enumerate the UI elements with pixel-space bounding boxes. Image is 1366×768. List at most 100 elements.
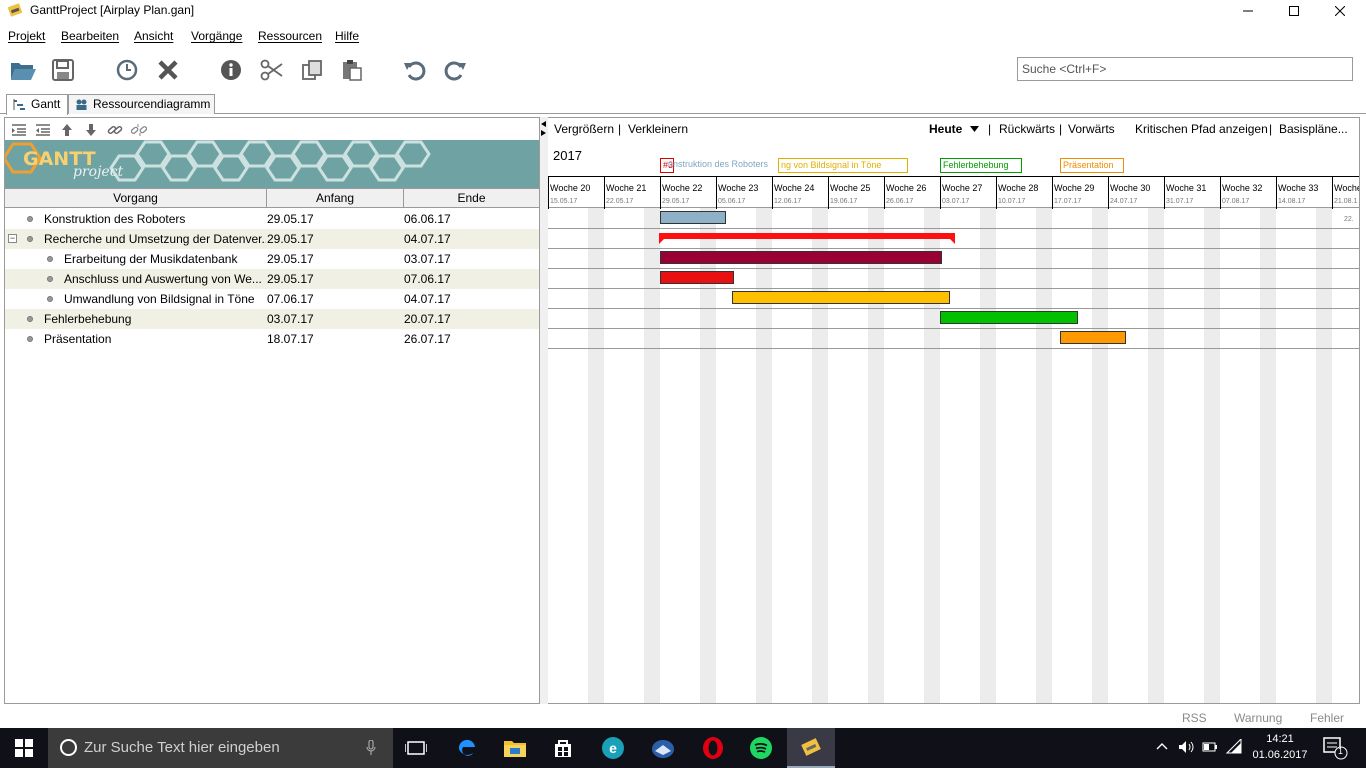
chart-body[interactable] xyxy=(548,208,1359,703)
menu-hilfe[interactable]: Hilfe xyxy=(335,29,359,43)
task-start-date[interactable]: 07.06.17 xyxy=(267,289,314,309)
menu-vorgaenge[interactable]: Vorgänge xyxy=(191,29,242,43)
task-end-date[interactable]: 03.07.17 xyxy=(404,249,451,269)
taskbar-search-box[interactable]: Zur Suche Text hier eingeben xyxy=(48,728,393,768)
task-row[interactable]: Fehlerbehebung 03.07.17 20.07.17 xyxy=(5,309,539,329)
task-name[interactable]: Konstruktion des Roboters xyxy=(44,209,266,229)
taskbar-edge[interactable] xyxy=(443,728,491,768)
today-button[interactable]: Heute xyxy=(929,118,962,140)
task-name[interactable]: Erarbeitung der Musikdatenbank xyxy=(64,249,266,269)
column-header-ende[interactable]: Ende xyxy=(404,189,539,208)
indent-icon[interactable] xyxy=(35,122,51,138)
pane-splitter[interactable] xyxy=(540,117,548,704)
collapse-toggle-icon[interactable]: − xyxy=(8,234,17,243)
move-down-icon[interactable] xyxy=(83,122,99,138)
link-icon[interactable] xyxy=(107,122,123,138)
save-button[interactable] xyxy=(49,56,77,84)
menu-projekt[interactable]: Projekt xyxy=(8,29,45,43)
gantt-task-bar[interactable] xyxy=(660,211,726,224)
wifi-icon[interactable] xyxy=(1226,739,1242,755)
task-end-date[interactable]: 06.06.17 xyxy=(404,209,451,229)
logo-project-text: project xyxy=(73,164,124,180)
gantt-task-bar[interactable] xyxy=(1060,331,1126,344)
zoom-in-button[interactable]: Vergrößern xyxy=(554,118,614,140)
taskbar-file-explorer[interactable] xyxy=(491,728,539,768)
taskbar-spotify[interactable] xyxy=(737,728,785,768)
task-end-date[interactable]: 20.07.17 xyxy=(404,309,451,329)
undo-button[interactable] xyxy=(401,56,429,84)
critical-path-button[interactable]: Kritischen Pfad anzeigen xyxy=(1135,118,1268,140)
move-up-icon[interactable] xyxy=(59,122,75,138)
menu-ressourcen[interactable]: Ressourcen xyxy=(258,29,322,43)
column-header-vorgang[interactable]: Vorgang xyxy=(5,189,267,208)
status-error[interactable]: Fehler xyxy=(1310,711,1344,725)
task-row[interactable]: Anschluss und Auswertung von We... 29.05.… xyxy=(5,269,539,289)
task-start-date[interactable]: 18.07.17 xyxy=(267,329,314,349)
gantt-task-bar[interactable] xyxy=(660,251,942,264)
task-name[interactable]: Fehlerbehebung xyxy=(44,309,266,329)
taskbar-thunderbird[interactable] xyxy=(639,728,687,768)
status-rss[interactable]: RSS xyxy=(1182,711,1207,725)
task-start-date[interactable]: 29.05.17 xyxy=(267,249,314,269)
tab-ressourcendiagramm[interactable]: Ressourcendiagramm xyxy=(68,94,215,114)
outdent-icon[interactable] xyxy=(11,122,27,138)
task-end-date[interactable]: 04.07.17 xyxy=(404,229,451,249)
task-end-date[interactable]: 26.07.17 xyxy=(404,329,451,349)
chevron-down-icon[interactable] xyxy=(970,126,979,132)
timeline-header: Woche 20 15.05.17 Woche 21 22.05.17 Woche 22… xyxy=(548,176,1359,209)
volume-icon[interactable] xyxy=(1178,740,1194,754)
gantt-task-bar[interactable] xyxy=(940,311,1078,324)
search-input[interactable] xyxy=(1017,57,1353,81)
taskbar-task-view[interactable] xyxy=(392,728,440,768)
task-start-date[interactable]: 29.05.17 xyxy=(267,229,314,249)
task-name[interactable]: Recherche und Umsetzung der Datenver... xyxy=(44,229,266,249)
menu-bearbeiten[interactable]: Bearbeiten xyxy=(61,29,119,43)
task-end-date[interactable]: 07.06.17 xyxy=(404,269,451,289)
cut-button[interactable] xyxy=(258,56,286,84)
zoom-out-button[interactable]: Verkleinern xyxy=(628,118,688,140)
task-row[interactable]: Umwandlung von Bildsignal in Töne 07.06.1… xyxy=(5,289,539,309)
task-start-date[interactable]: 03.07.17 xyxy=(267,309,314,329)
info-button[interactable] xyxy=(217,56,245,84)
gantt-task-bar[interactable] xyxy=(732,291,950,304)
unlink-icon[interactable] xyxy=(131,122,147,138)
taskbar-opera[interactable] xyxy=(689,728,737,768)
task-start-date[interactable]: 29.05.17 xyxy=(267,209,314,229)
back-button[interactable]: Rückwärts xyxy=(999,118,1055,140)
close-button[interactable] xyxy=(1317,0,1363,22)
menu-ansicht[interactable]: Ansicht xyxy=(134,29,173,43)
tab-gantt[interactable]: Gantt xyxy=(6,94,68,115)
task-name[interactable]: Umwandlung von Bildsignal in Töne xyxy=(64,289,266,309)
forward-button[interactable]: Vorwärts xyxy=(1068,118,1115,140)
minimize-button[interactable] xyxy=(1225,0,1271,22)
taskbar-ecosia[interactable]: e xyxy=(589,728,637,768)
task-row[interactable]: Konstruktion des Roboters 29.05.17 06.06.1… xyxy=(5,209,539,229)
action-center-button[interactable]: 1 xyxy=(1320,736,1350,760)
task-row[interactable]: − Recherche und Umsetzung der Datenver...… xyxy=(5,229,539,249)
status-warning[interactable]: Warnung xyxy=(1234,711,1282,725)
gantt-task-bar[interactable] xyxy=(660,271,734,284)
start-button[interactable] xyxy=(0,728,48,768)
splitter-arrows-icon[interactable] xyxy=(540,119,548,141)
paste-button[interactable] xyxy=(338,56,366,84)
maximize-button[interactable] xyxy=(1271,0,1317,22)
redo-button[interactable] xyxy=(441,56,469,84)
copy-button[interactable] xyxy=(298,56,326,84)
taskbar-store[interactable] xyxy=(539,728,587,768)
task-start-date[interactable]: 29.05.17 xyxy=(267,269,314,289)
column-header-anfang[interactable]: Anfang xyxy=(267,189,404,208)
task-row[interactable]: Erarbeitung der Musikdatenbank 29.05.17 03… xyxy=(5,249,539,269)
history-button[interactable] xyxy=(113,56,141,84)
show-hidden-icons-icon[interactable] xyxy=(1156,742,1168,750)
battery-icon[interactable] xyxy=(1202,741,1218,753)
task-end-date[interactable]: 04.07.17 xyxy=(404,289,451,309)
open-button[interactable] xyxy=(9,56,37,84)
delete-button[interactable] xyxy=(154,56,182,84)
task-row[interactable]: Präsentation 18.07.17 26.07.17 xyxy=(5,329,539,349)
taskbar-ganttproject[interactable] xyxy=(787,728,835,768)
task-name[interactable]: Anschluss und Auswertung von We... xyxy=(64,269,266,289)
baselines-button[interactable]: Basispläne... xyxy=(1279,118,1348,140)
taskbar-clock[interactable]: 14:21 01.06.2017 xyxy=(1245,731,1315,763)
task-name[interactable]: Präsentation xyxy=(44,329,266,349)
microphone-icon[interactable] xyxy=(366,740,376,756)
